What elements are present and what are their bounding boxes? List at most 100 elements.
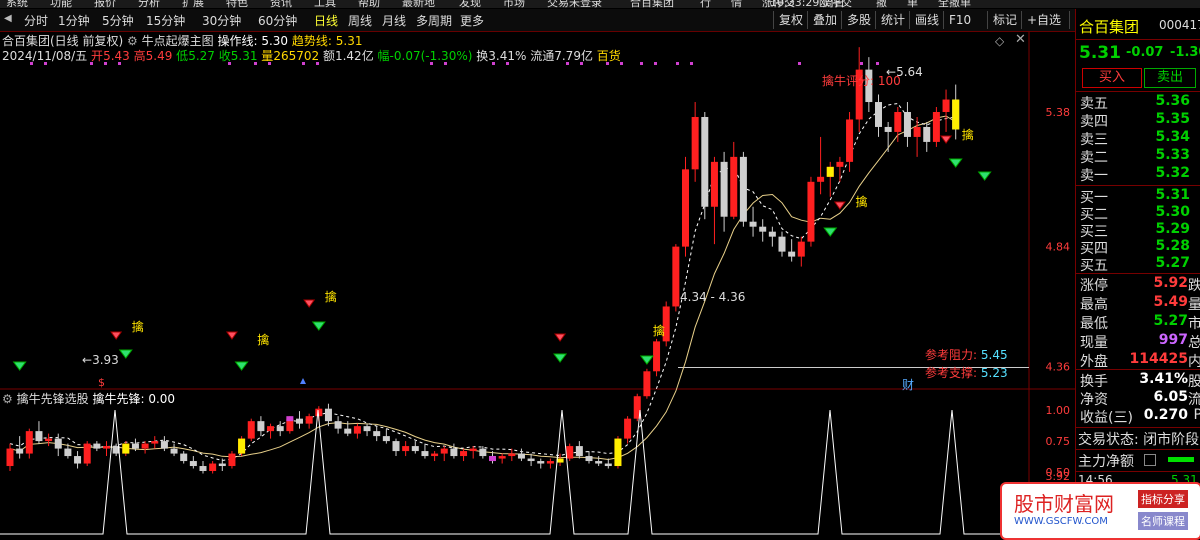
candle-body <box>83 443 91 464</box>
ohlc-high: 5.49 <box>145 49 173 63</box>
tab-7[interactable]: 周线 <box>348 12 372 29</box>
tool-button-4[interactable]: 画线 <box>909 11 944 29</box>
dividend-marker[interactable]: $ <box>98 376 105 389</box>
kline-chart[interactable]: 擒擒擒擒擒擒5.384.844.363.921.000.750.50 <box>0 32 1075 538</box>
ask-row[interactable]: 卖一 5.32 <box>1080 165 1200 184</box>
indicator-gear-icon[interactable]: ⚙ <box>127 34 138 48</box>
ask-price: 5.35 <box>1155 111 1190 127</box>
candle-body <box>942 99 950 112</box>
tab-2[interactable]: 5分钟 <box>102 12 134 29</box>
qin-signal-label: 擒 <box>257 332 269 347</box>
tool-button-3[interactable]: 统计 <box>875 11 910 29</box>
top-menu-item[interactable]: 合百集团 <box>630 0 674 8</box>
ask-row[interactable]: 卖三 5.34 <box>1080 129 1200 148</box>
signal-candle <box>826 166 834 177</box>
tab-4[interactable]: 30分钟 <box>202 12 241 29</box>
ohlc-turn-label: 换 <box>476 49 489 63</box>
tab-0[interactable]: 分时 <box>24 12 48 29</box>
candle-body <box>160 441 168 449</box>
sub-axis-label: 0.50 <box>1046 466 1071 479</box>
signal-spike-line <box>0 409 1029 535</box>
top-menu-item[interactable]: 报价 <box>94 0 116 8</box>
ohlc-low-label: 低 <box>176 49 189 63</box>
top-menu-item[interactable]: 系统 <box>6 0 28 8</box>
collapse-chevron-icon[interactable]: ◇ <box>995 34 1004 48</box>
candle-body <box>585 456 593 462</box>
top-menu-item[interactable]: 交易未登录 <box>547 0 602 8</box>
stat2-value: 0.270 <box>1143 407 1188 423</box>
ask-row[interactable]: 卖五 5.36 <box>1080 93 1200 112</box>
marker-dot <box>860 62 863 65</box>
price-change: -0.07 <box>1126 45 1164 60</box>
tool-button-5[interactable]: F10 <box>943 11 976 29</box>
buy-gem-icon <box>977 171 992 181</box>
ohlc-open-label: 开 <box>91 49 104 63</box>
top-menu-item[interactable]: 情 <box>731 0 742 8</box>
tab-5[interactable]: 60分钟 <box>258 12 297 29</box>
ohlc-sector: 百货 <box>596 49 621 63</box>
tab-1[interactable]: 1分钟 <box>58 12 90 29</box>
top-menu-item[interactable]: 帮助 <box>358 0 380 8</box>
top-menu-item[interactable]: 分析 <box>138 0 160 8</box>
top-menu-item[interactable]: 市场 <box>503 0 525 8</box>
top-menu-item[interactable]: 工具 <box>314 0 336 8</box>
tool-button-1[interactable]: 叠加 <box>807 11 842 29</box>
bid-price: 5.27 <box>1155 255 1190 271</box>
stat-row: 最低 5.27 市 <box>1080 313 1200 332</box>
tab-10[interactable]: 更多 <box>460 12 484 29</box>
buy-button[interactable]: 买入 <box>1082 68 1142 88</box>
stat-label: 外盘 <box>1080 354 1108 370</box>
candle-body <box>778 236 786 252</box>
candle-body <box>682 169 689 247</box>
ohlc-turn: 3.41% <box>488 49 527 63</box>
candle-body <box>768 231 776 237</box>
candle-body <box>218 463 226 467</box>
stat-value: 997 <box>1158 332 1188 348</box>
buy-gem-icon <box>948 158 963 168</box>
top-menu-item[interactable]: 最新地 <box>402 0 435 8</box>
finance-marker[interactable]: 财 <box>902 376 914 393</box>
collapse-left-icon[interactable]: ◀ <box>4 13 12 24</box>
candle-body <box>353 426 361 434</box>
top-menu-item[interactable]: 特色 <box>226 0 248 8</box>
ask-row[interactable]: 卖二 5.33 <box>1080 147 1200 166</box>
marker-dot <box>640 62 643 65</box>
sub-gear-icon[interactable]: ⚙ <box>2 392 13 406</box>
tab-9[interactable]: 多周期 <box>416 12 452 29</box>
ohlc-chg-label: 幅 <box>377 49 390 63</box>
tool-button-0[interactable]: 复权 <box>773 11 808 29</box>
bid-row[interactable]: 买五 5.27 <box>1080 255 1200 274</box>
close-chart-icon[interactable]: ✕ <box>1015 32 1026 47</box>
indicator-name[interactable]: 牛点起爆主图 <box>142 34 214 48</box>
sell-button[interactable]: 卖出 <box>1144 68 1196 88</box>
candle-body <box>797 241 805 257</box>
candle-body <box>788 251 796 257</box>
top-menu-item[interactable]: 发现 <box>459 0 481 8</box>
tab-8[interactable]: 月线 <box>382 12 406 29</box>
top-menu-item[interactable]: 单 <box>907 0 918 8</box>
net-toggle-icon[interactable] <box>1144 454 1156 466</box>
sub-chart-title[interactable]: 擒牛先锋选股 <box>17 392 89 406</box>
signal-candle <box>489 456 496 462</box>
candle-body <box>324 408 332 422</box>
ask-row[interactable]: 卖四 5.35 <box>1080 111 1200 130</box>
tool-button-2[interactable]: 多股 <box>841 11 876 29</box>
stat2-label: 收益(三) <box>1080 410 1133 426</box>
buy-gem-icon <box>639 355 654 365</box>
top-menu-item[interactable]: 功能 <box>50 0 72 8</box>
stat-label: 最高 <box>1080 297 1108 313</box>
top-menu-item[interactable]: 资讯 <box>270 0 292 8</box>
candle-body <box>344 428 352 434</box>
net-amount-label[interactable]: 主力净额 <box>1078 451 1134 471</box>
ohlc-line: 2024/11/08/五 开5.43 高5.49 低5.27 收5.31 量26… <box>2 47 621 64</box>
tool-button-6[interactable]: 标记 <box>987 11 1022 29</box>
top-menu-item[interactable]: 行 <box>700 0 711 8</box>
top-menu-item[interactable]: 全撤单 <box>938 0 971 8</box>
tab-3[interactable]: 15分钟 <box>146 12 185 29</box>
candle-body <box>54 438 62 449</box>
tab-6[interactable]: 日线 <box>314 12 338 29</box>
candle-body <box>749 221 757 227</box>
tool-button-7[interactable]: +自选 <box>1021 11 1066 29</box>
top-menu-item[interactable]: 撤 <box>876 0 887 8</box>
top-menu-item[interactable]: 扩展 <box>182 0 204 8</box>
